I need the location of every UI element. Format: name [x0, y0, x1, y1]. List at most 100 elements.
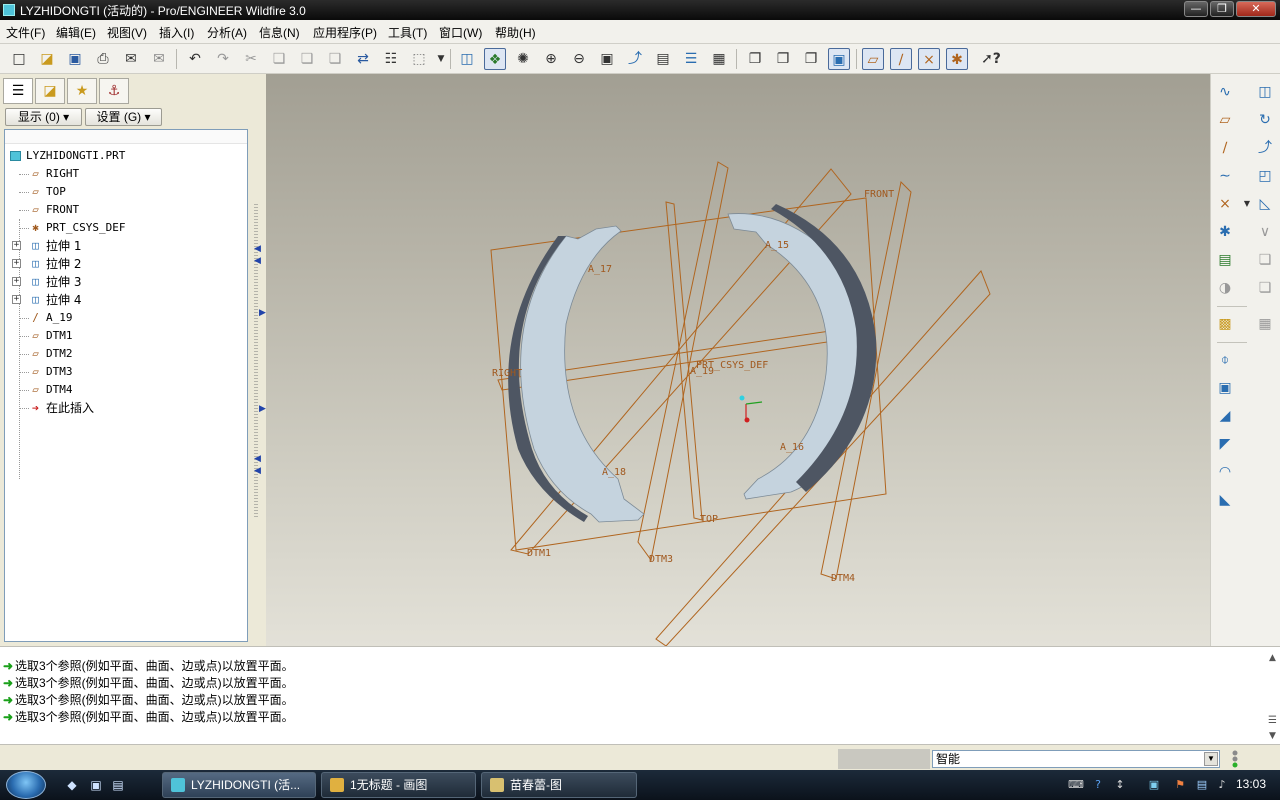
collapse-left-icon[interactable]: ◀ — [254, 256, 261, 266]
save-icon[interactable]: ▣ — [64, 48, 86, 70]
tree-item-extrude-3[interactable]: + ◫ 拉伸 3 — [5, 273, 245, 291]
menu-edit[interactable]: 编辑(E) — [56, 24, 96, 41]
cut-icon[interactable]: ✂ — [240, 48, 262, 70]
tree-item-csys[interactable]: ✱ PRT_CSYS_DEF — [5, 219, 245, 237]
redo-icon[interactable]: ↷ — [212, 48, 234, 70]
menu-file[interactable]: 文件(F) — [6, 24, 45, 41]
style-tool-icon[interactable]: ∨ — [1253, 220, 1277, 244]
task-proe[interactable]: LYZHIDONGTI (活... — [162, 772, 316, 798]
tree-item-dtm1[interactable]: ▱ DTM1 — [5, 327, 245, 345]
menu-help[interactable]: 帮助(H) — [495, 24, 536, 41]
tree-item-extrude-4[interactable]: + ◫ 拉伸 4 — [5, 291, 245, 309]
refit-icon[interactable]: ▣ — [596, 48, 618, 70]
tree-item-extrude-1[interactable]: + ◫ 拉伸 1 — [5, 237, 245, 255]
input-tray-icon[interactable]: ↕ — [1112, 777, 1128, 793]
menu-view[interactable]: 视图(V) — [107, 24, 147, 41]
task-paint[interactable]: 1无标题 - 画图 — [321, 772, 476, 798]
tree-item-dtm2[interactable]: ▱ DTM2 — [5, 345, 245, 363]
clock[interactable]: 13:03 — [1236, 777, 1266, 791]
select-box-icon[interactable]: ⬚ — [408, 48, 430, 70]
menu-applications[interactable]: 应用程序(P) — [313, 24, 377, 41]
volume-tray-icon[interactable]: ♪ — [1214, 777, 1230, 793]
email-icon[interactable]: ✉ — [120, 48, 142, 70]
view-manager-icon[interactable]: ▦ — [708, 48, 730, 70]
copy-icon[interactable]: ❏ — [268, 48, 290, 70]
task-document[interactable]: 苗春蕾-图 — [481, 772, 637, 798]
new-file-icon[interactable]: □ — [8, 48, 30, 70]
show-dropdown[interactable]: 显示 (0) ▾ — [5, 108, 82, 126]
wireframe-icon[interactable]: ❐ — [744, 48, 766, 70]
tree-item-dtm3[interactable]: ▱ DTM3 — [5, 363, 245, 381]
expand-icon[interactable]: + — [12, 277, 21, 286]
select-dropdown-icon[interactable]: ▼ — [430, 48, 452, 70]
expand-icon[interactable]: + — [12, 259, 21, 268]
extrude-tool-icon[interactable]: ◫ — [1253, 80, 1277, 104]
draft-tool-icon[interactable]: ◤ — [1213, 432, 1237, 456]
datum-planes-toggle-icon[interactable]: ▱ — [862, 48, 884, 70]
print-icon[interactable]: ⎙ — [92, 48, 114, 70]
orient-mode-icon[interactable]: ✺ — [512, 48, 534, 70]
no-hidden-icon[interactable]: ❐ — [800, 48, 822, 70]
undo-icon[interactable]: ↶ — [184, 48, 206, 70]
datum-axis-tool-icon[interactable]: ∕ — [1213, 136, 1237, 160]
show-desktop-icon[interactable]: ▣ — [88, 777, 104, 793]
tree-item-dtm4[interactable]: ▱ DTM4 — [5, 381, 245, 399]
scroll-down-icon[interactable]: ▼ — [1269, 731, 1276, 741]
tree-item-insert-here[interactable]: ➔ 在此插入 — [5, 399, 245, 417]
folder-browser-tab-icon[interactable]: ◪ — [35, 78, 65, 104]
keyboard-tray-icon[interactable]: ⌨ — [1068, 777, 1084, 793]
expand-right-icon[interactable]: ▶ — [259, 404, 266, 414]
scroll-up-icon[interactable]: ▲ — [1269, 653, 1276, 663]
menu-window[interactable]: 窗口(W) — [439, 24, 482, 41]
reorient-icon[interactable]: ⤴ — [624, 48, 646, 70]
menu-insert[interactable]: 插入(I) — [159, 24, 194, 41]
filter-dropdown-icon[interactable]: ▼ — [1204, 752, 1218, 766]
model-graphics[interactable]: FRONT RIGHT TOP DTM1 DTM3 DTM4 PRT_CSYS_… — [266, 74, 1210, 646]
collapse-left-icon[interactable]: ◀ — [254, 244, 261, 254]
security-tray-icon[interactable]: ⚑ — [1172, 777, 1188, 793]
favorites-tab-icon[interactable]: ★ — [67, 78, 97, 104]
boundary-blend-tool-icon[interactable]: ◺ — [1253, 192, 1277, 216]
chamfer-tool-icon[interactable]: ◣ — [1213, 488, 1237, 512]
zoom-out-icon[interactable]: ⊖ — [568, 48, 590, 70]
spin-center-icon[interactable]: ❖ — [484, 48, 506, 70]
shell-tool-icon[interactable]: ▣ — [1213, 376, 1237, 400]
tree-item-a19[interactable]: ∕ A_19 — [5, 309, 245, 327]
graphics-window[interactable]: FRONT RIGHT TOP DTM1 DTM3 DTM4 PRT_CSYS_… — [266, 74, 1210, 646]
paste-icon[interactable]: ❏ — [296, 48, 318, 70]
tree-item-extrude-2[interactable]: + ◫ 拉伸 2 — [5, 255, 245, 273]
panel-splitter[interactable]: ◀ ◀ ▶ ◀ ◀ ▶ — [252, 74, 266, 646]
quicklaunch-icon[interactable]: ◆ — [64, 777, 80, 793]
context-help-icon[interactable]: ➚? — [980, 48, 1002, 70]
analysis-feature-icon[interactable]: ▤ — [1213, 248, 1237, 272]
datum-axes-toggle-icon[interactable]: ∕ — [890, 48, 912, 70]
datum-points-toggle-icon[interactable]: × — [918, 48, 940, 70]
monitor-tray-icon[interactable]: ▤ — [1194, 777, 1210, 793]
tree-item-part[interactable]: LYZHIDONGTI.PRT — [5, 147, 245, 165]
zoom-in-icon[interactable]: ⊕ — [540, 48, 562, 70]
csys-toggle-icon[interactable]: ✱ — [946, 48, 968, 70]
menu-info[interactable]: 信息(N) — [259, 24, 300, 41]
note-tool-icon[interactable]: ▩ — [1213, 312, 1237, 336]
connections-tab-icon[interactable]: ⚓ — [99, 78, 129, 104]
datum-point-tool-icon[interactable]: × — [1213, 192, 1237, 216]
open-folder-icon[interactable]: ◪ — [36, 48, 58, 70]
selection-filter[interactable]: 智能 ▼ — [932, 750, 1220, 768]
collapse-left-icon[interactable]: ◀ — [254, 454, 261, 464]
help-tray-icon[interactable]: ? — [1090, 777, 1106, 793]
mirror-tool-icon[interactable]: ◑ — [1213, 276, 1237, 300]
datum-curve-tool-icon[interactable]: ∼ — [1213, 164, 1237, 188]
shading-icon[interactable]: ▣ — [828, 48, 850, 70]
find-icon[interactable]: ☷ — [380, 48, 402, 70]
rib-tool-icon[interactable]: ◢ — [1213, 404, 1237, 428]
copy-tool-icon[interactable]: ❏ — [1253, 248, 1277, 272]
repaint-icon[interactable]: ◫ — [456, 48, 478, 70]
network-tray-icon[interactable]: ▣ — [1146, 777, 1162, 793]
menu-tools[interactable]: 工具(T) — [388, 24, 427, 41]
blend-tool-icon[interactable]: ◰ — [1253, 164, 1277, 188]
expand-right-icon[interactable]: ▶ — [259, 308, 266, 318]
start-button[interactable] — [6, 771, 46, 799]
model-tree-tab-icon[interactable]: ☰ — [3, 78, 33, 104]
collapse-left-icon[interactable]: ◀ — [254, 466, 261, 476]
pattern-tool-icon[interactable]: ▦ — [1253, 312, 1277, 336]
